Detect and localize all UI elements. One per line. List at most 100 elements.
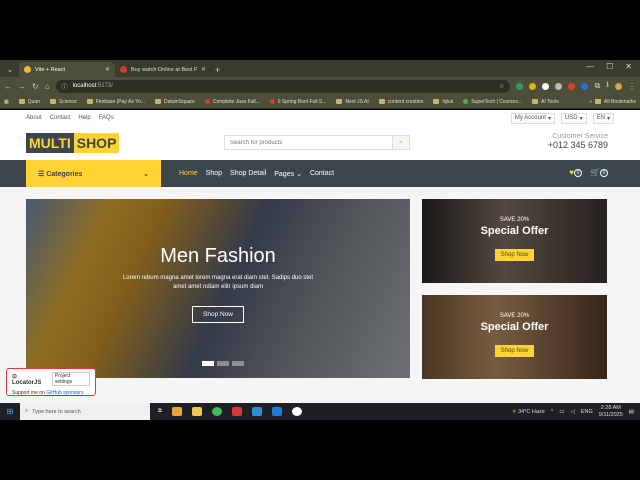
back-icon[interactable]: ← [4,82,12,91]
nav-shop[interactable]: Shop [206,170,222,178]
bookmark-item[interactable]: AI Tools [532,99,559,105]
carousel-dot[interactable] [217,361,229,366]
tab-title: Vite + React [35,66,66,73]
windows-taskbar: ⊞ ⌕ Type here to search ⧉ ☀ 34°C Haze ^ … [0,403,640,420]
bookmark-item[interactable]: 6 Spring Boot Full S... [269,99,326,105]
locatorjs-logo: ⊙ LocatorJS [12,373,46,386]
tab-vite-react[interactable]: Vite + React ✕ [19,62,115,77]
folder-icon [336,99,343,104]
offer-title: Special Offer [480,321,549,333]
search-input[interactable] [225,136,392,149]
hero-title: Men Fashion [160,245,276,267]
hero-text: Lorem rebum magna amet lorem magna erat … [122,275,314,290]
cart-icon: 🛒 [590,168,600,177]
nav-pages[interactable]: Pages ⌄ [274,170,302,178]
address-host: localhost [72,83,97,89]
bookmark-label: Firebase (Pay As Yo... [95,98,145,105]
folder-icon [595,99,602,104]
bookmark-item[interactable]: Science [49,99,77,105]
top-link-contact[interactable]: Contact [50,115,71,121]
weather-widget[interactable]: ☀ 34°C Haze [512,409,545,415]
wishlist-button[interactable]: ♥ 0 [569,168,583,177]
clock[interactable]: 2:28 AM 9/11/2025 [599,405,623,419]
apps-grid-icon[interactable]: ▦ [4,99,9,105]
hero-shop-now-button[interactable]: Shop Now [192,306,244,323]
offer-shop-now-button[interactable]: Shop Now [494,249,535,261]
app-icon[interactable] [231,407,242,416]
app-icon[interactable] [251,407,262,416]
bookmark-item[interactable]: Iqbal [433,99,453,105]
bookmark-item[interactable]: SuperTech | Courses... [463,99,522,105]
extension-icon[interactable] [542,82,550,90]
extension-icon[interactable] [555,82,563,90]
nav-contact[interactable]: Contact [310,170,334,178]
file-explorer-icon[interactable] [191,407,202,416]
github-sponsors-link[interactable]: GitHub sponsors [46,390,83,396]
bookmark-star-icon[interactable]: ☆ [499,83,504,90]
carousel-dot[interactable] [202,361,214,366]
close-window-icon[interactable]: ✕ [625,62,632,71]
sun-icon: ☀ [511,408,517,415]
extensions-puzzle-icon[interactable]: ⧉ [594,81,600,91]
home-icon[interactable]: ⌂ [45,82,50,91]
nav-home[interactable]: Home [179,170,198,178]
new-tab-icon[interactable]: + [215,65,220,75]
site-info-icon[interactable]: ⓘ [62,82,68,91]
all-bookmarks[interactable]: » All Bookmarks [589,99,636,105]
maximize-icon[interactable]: ☐ [606,62,613,71]
top-link-about[interactable]: About [26,115,42,121]
notification-icon[interactable]: ▤ [629,409,634,415]
tab-search-icon[interactable]: ⌄ [3,62,17,76]
offer-save: SAVE 20% [499,217,530,223]
bookmark-item[interactable]: Next JS AI [336,99,369,105]
language-indicator[interactable]: ENG [581,409,593,415]
profile-avatar[interactable] [615,82,622,90]
top-link-help[interactable]: Help [78,115,90,121]
taskbar-search[interactable]: ⌕ Type here to search [20,403,150,420]
extension-icon[interactable] [581,82,589,90]
extension-icon[interactable] [568,82,576,90]
task-view-icon[interactable]: ⧉ [158,408,162,415]
reload-icon[interactable]: ↻ [32,82,39,91]
clock-date: 9/11/2025 [598,411,623,418]
windows-start-icon[interactable]: ⊞ [0,407,20,416]
offer-shop-now-button[interactable]: Shop Now [494,345,535,357]
language-dropdown[interactable]: EN ▾ [592,112,614,124]
close-tab-icon[interactable]: ✕ [201,66,206,73]
top-link-faqs[interactable]: FAQs [99,115,114,121]
search-icon[interactable]: ⌕ [392,136,409,149]
logo[interactable]: MULTI SHOP [26,133,120,153]
bookmark-item[interactable]: content creation [378,99,423,105]
youtube-icon [269,99,275,104]
vscode-icon[interactable] [271,407,282,416]
close-tab-icon[interactable]: ✕ [105,66,110,73]
bookmarks-bar: ▦ Quan Science Firebase (Pay As Yo... Da… [0,95,640,109]
cart-button[interactable]: 🛒 0 [590,168,608,177]
my-account-dropdown[interactable]: My Account ▾ [510,112,555,124]
carousel-dot[interactable] [232,361,244,366]
categories-button[interactable]: ☰ Categories ⌄ [26,160,161,187]
app-icon[interactable] [171,407,182,416]
chevron-up-icon[interactable]: ^ [551,409,554,415]
bookmark-item[interactable]: Quan [18,99,40,105]
nav-shop-detail[interactable]: Shop Detail [230,170,266,178]
project-settings-button[interactable]: Project settings [51,372,90,386]
address-bar[interactable]: ⓘ localhost:5173/ ☆ [55,79,511,93]
extension-icon[interactable] [516,82,524,90]
download-icon[interactable]: ⭳ [606,79,609,93]
menu-dots-icon[interactable]: ⋮ [628,82,636,91]
tab-buy-watch[interactable]: Buy watch Online at Best Price ✕ [115,62,211,77]
extension-icon[interactable] [529,82,537,90]
network-icon[interactable]: ▭ [559,409,564,415]
currency-dropdown[interactable]: USD ▾ [560,112,587,124]
minimize-icon[interactable]: — [586,62,594,71]
folder-icon [154,99,161,104]
app-icon[interactable] [291,407,302,416]
chrome-icon[interactable] [211,407,222,416]
bookmark-item[interactable]: Firebase (Pay As Yo... [86,98,145,105]
volume-icon[interactable]: ◁ [571,409,575,415]
forward-icon[interactable]: → [18,82,26,91]
offer-card: SAVE 20% Special Offer Shop Now [422,199,607,283]
bookmark-item[interactable]: Complete Java Full... [204,99,260,105]
bookmark-item[interactable]: DatumSquare [154,99,195,105]
